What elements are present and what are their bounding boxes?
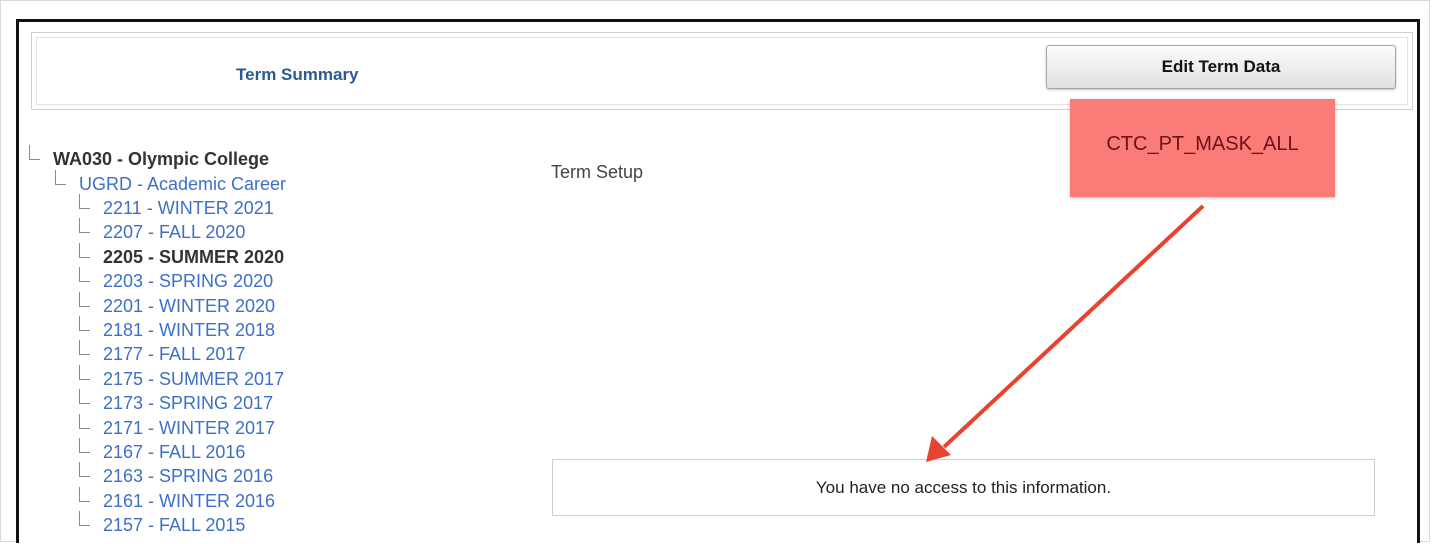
arrow-head	[926, 436, 951, 462]
mask-callout: CTC_PT_MASK_ALL	[1070, 99, 1335, 197]
annotation-arrow	[926, 204, 1205, 462]
arrow-line	[942, 204, 1205, 449]
